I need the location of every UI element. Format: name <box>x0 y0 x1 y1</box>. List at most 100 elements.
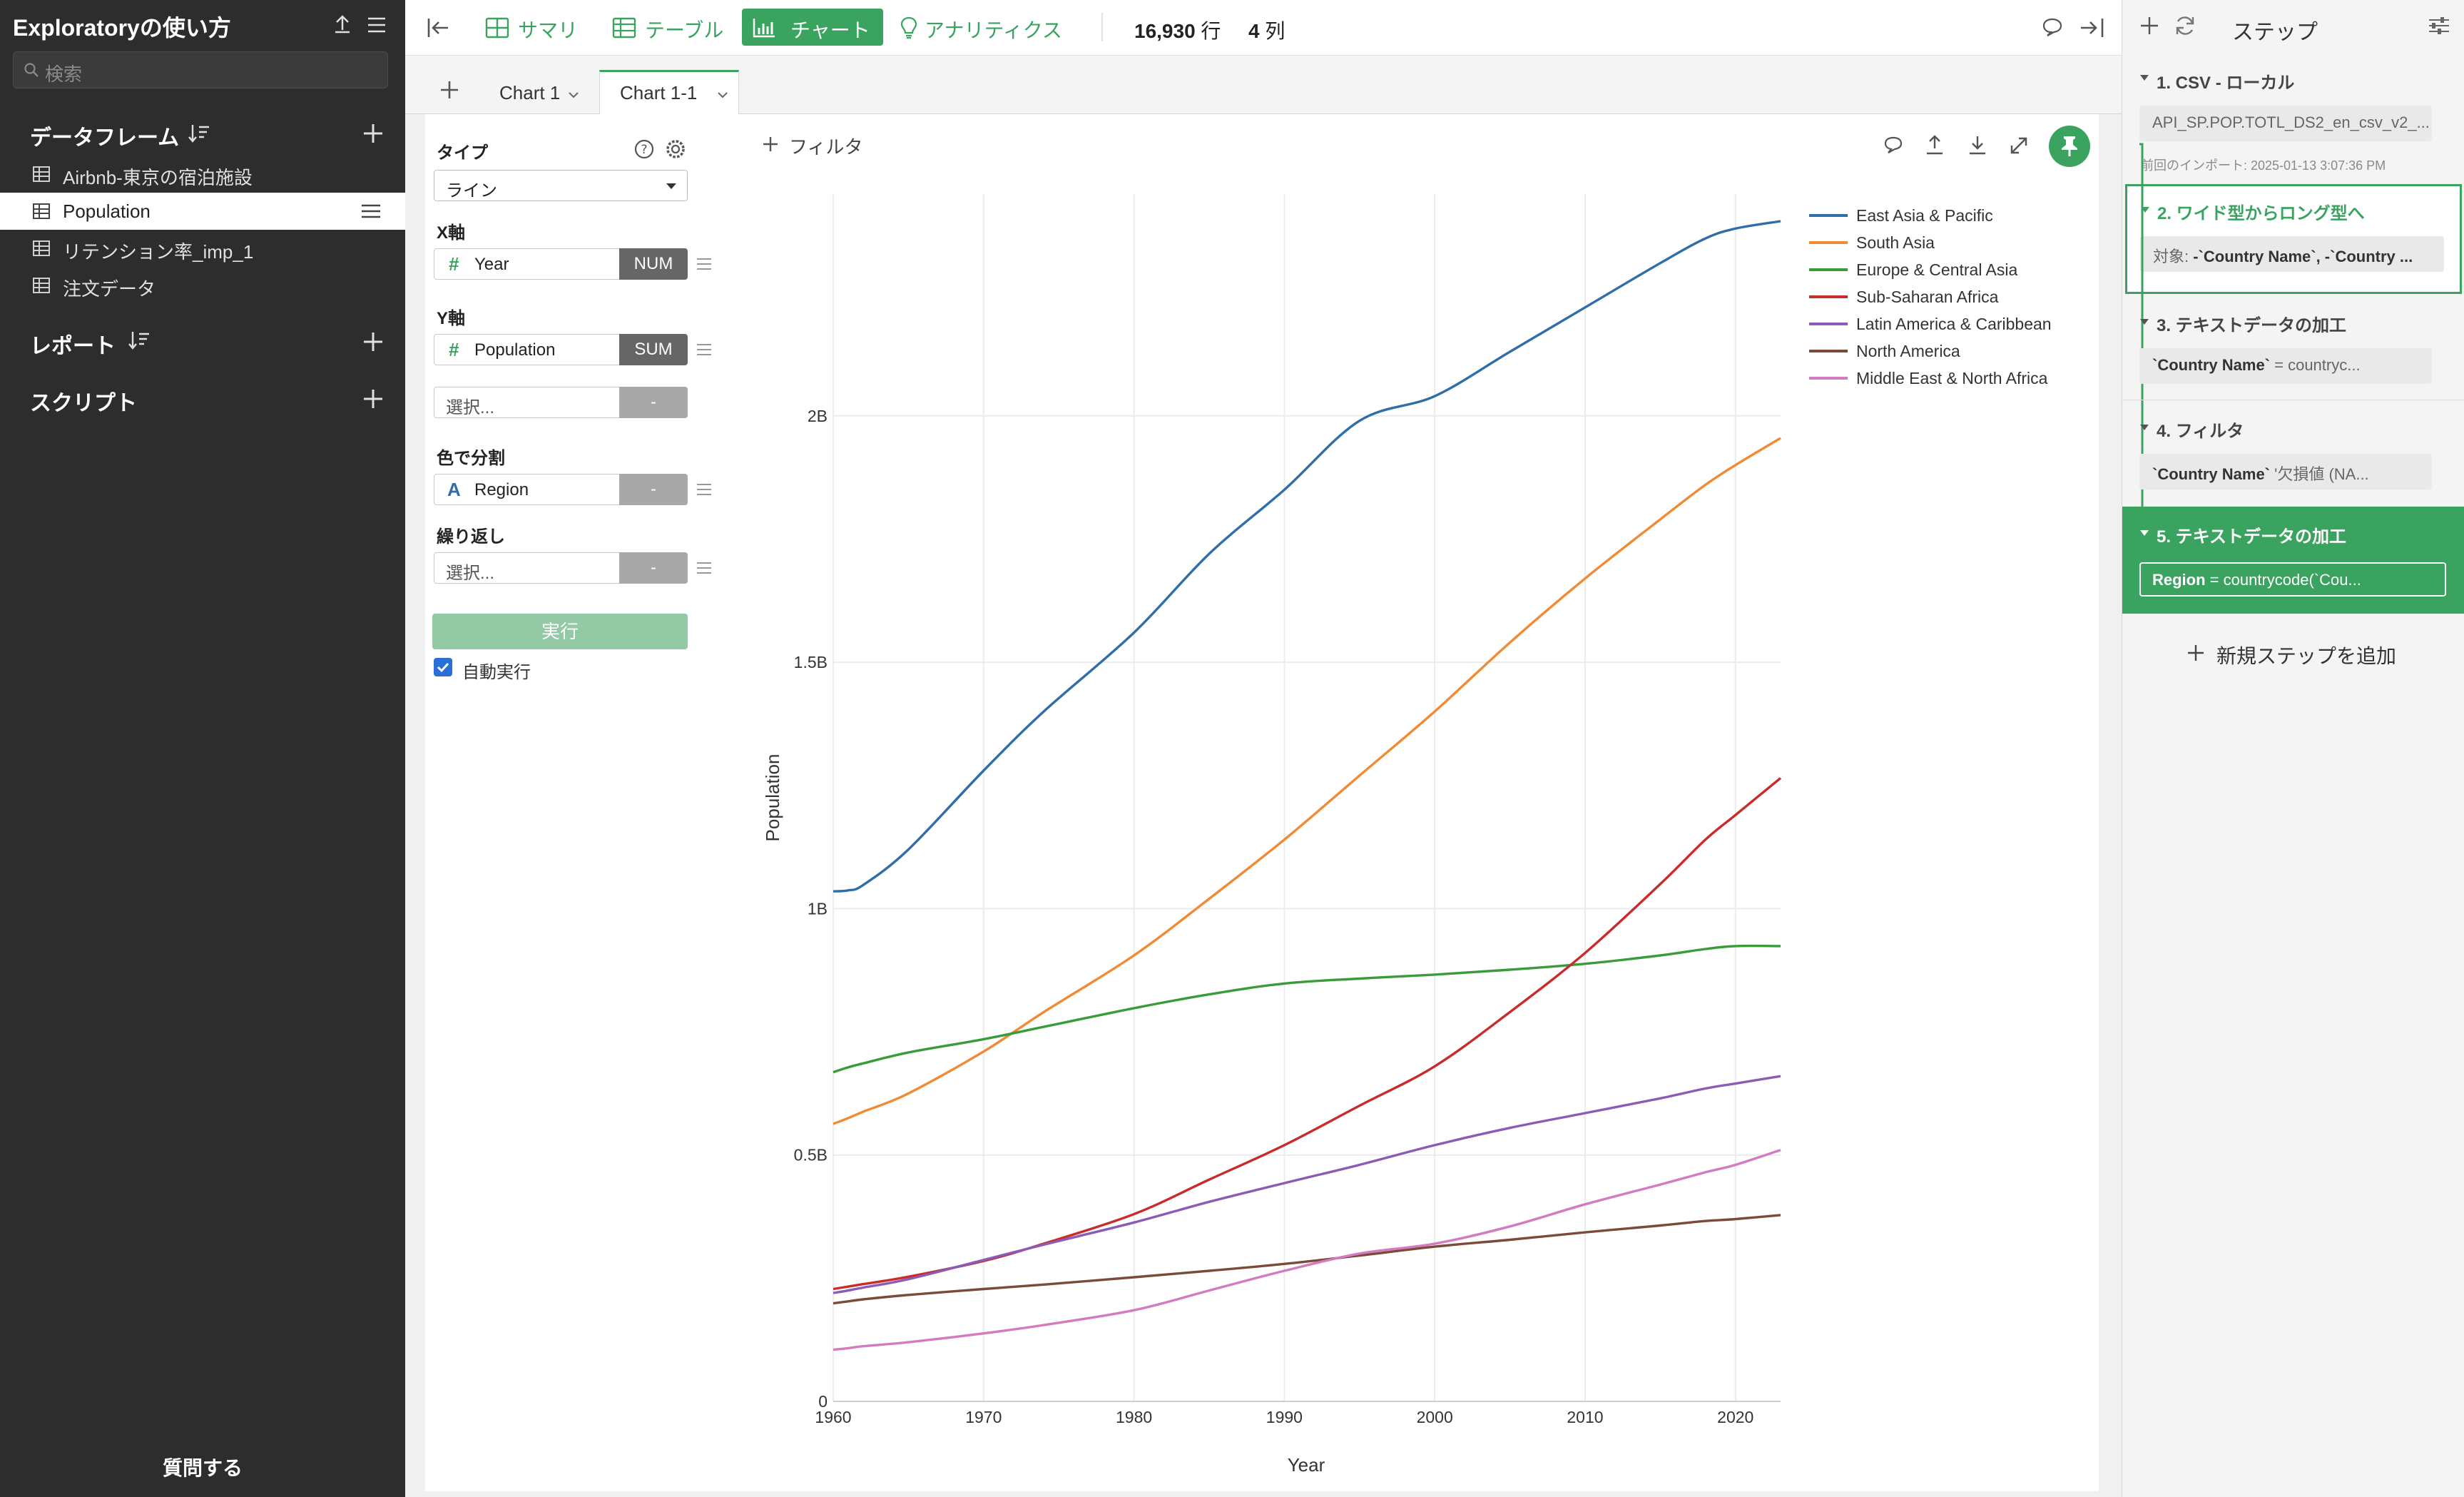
dataframe-label: Airbnb-東京の宿泊施設 <box>63 167 253 188</box>
search-input[interactable]: 検索 <box>13 51 388 88</box>
step-detail[interactable]: API_SP.POP.TOTL_DS2_en_csv_v2_... <box>2139 106 2432 141</box>
step-detail-prefix: 対象: <box>2153 248 2194 265</box>
tab-label: Chart 1-1 <box>620 82 698 103</box>
dataframe-label: Population <box>63 201 151 222</box>
upload-icon[interactable] <box>332 14 352 34</box>
step-detail-text: -`Country Name`, -`Country ... <box>2193 248 2413 265</box>
caret-down-icon <box>2140 75 2149 81</box>
legend-label: South Asia <box>1856 233 1935 252</box>
series-line-0 <box>833 220 1781 893</box>
table-icon <box>33 278 50 293</box>
step-5-active[interactable]: 5. テキストデータの加工 Region = countrycode(`Cou.… <box>2122 507 2464 614</box>
add-step-label: 新規ステップを追加 <box>2216 645 2397 667</box>
row-unit: 行 <box>1201 20 1221 42</box>
dataframe-menu-icon[interactable] <box>361 203 381 219</box>
step-2[interactable]: 2. ワイド型からロング型へ 対象: -`Country Name`, -`Co… <box>2125 184 2462 294</box>
dataframe-item[interactable]: リテンション率_imp_1 <box>0 230 405 267</box>
step-detail-suffix: '欠損値 (NA... <box>2270 465 2369 483</box>
add-step-icon[interactable] <box>2139 16 2159 36</box>
x-tick-label: 2010 <box>1567 1408 1603 1426</box>
legend-label: Europe & Central Asia <box>1856 260 2018 279</box>
dataframe-label: リテンション率_imp_1 <box>63 241 254 263</box>
table-icon <box>612 17 636 39</box>
step-detail-text: `Country Name` <box>2152 356 2271 374</box>
step-detail[interactable]: `Country Name` = countryc... <box>2139 348 2432 384</box>
add-script-icon[interactable] <box>362 388 384 410</box>
sort-icon[interactable] <box>127 330 151 351</box>
tab-chart-1-1[interactable]: Chart 1-1 <box>599 70 739 114</box>
step-detail-suffix: = countryc... <box>2270 356 2361 374</box>
collapse-steps-icon[interactable] <box>2079 17 2104 39</box>
caret-down-icon <box>2140 319 2149 325</box>
sort-icon[interactable] <box>187 123 211 144</box>
gridlines <box>833 194 1781 1402</box>
step-detail-text: `Country Name` <box>2152 465 2271 483</box>
sidebar: Exploratoryの使い方 検索 データフレーム Airbnb-東京の宿泊施… <box>0 0 405 1497</box>
dataframe-item-selected[interactable]: Population <box>0 193 405 230</box>
step-label: 4. フィルタ <box>2157 422 2244 441</box>
divider <box>1101 13 1103 41</box>
caret-down-icon <box>2140 425 2149 430</box>
search-icon <box>24 63 39 77</box>
chart-tabs-bar: Chart 1 Chart 1-1 <box>405 56 2122 114</box>
last-import-note: 前回のインポート: 2025-01-13 3:07:36 PM <box>2141 158 2386 173</box>
dataframe-item[interactable]: 注文データ <box>0 267 405 304</box>
plus-icon <box>2188 645 2204 661</box>
refresh-icon[interactable] <box>2174 14 2196 37</box>
add-report-icon[interactable] <box>362 331 384 352</box>
step-label: 1. CSV - ローカル <box>2157 73 2295 93</box>
series-line-2 <box>833 944 1781 1074</box>
summary-icon <box>485 17 509 39</box>
dataframe-item[interactable]: Airbnb-東京の宿泊施設 <box>0 156 405 193</box>
scripts-section-title: スクリプト <box>30 392 137 415</box>
legend-label: Sub-Saharan Africa <box>1856 288 1999 306</box>
series-line-3 <box>833 777 1782 1291</box>
chart-tab-button[interactable]: チャート <box>742 9 883 46</box>
search-placeholder: 検索 <box>45 64 83 85</box>
table-icon <box>33 203 50 219</box>
table-label: テーブル <box>645 19 724 41</box>
table-icon <box>33 166 50 182</box>
comment-icon[interactable] <box>2042 17 2063 37</box>
y-tick-label: 0 <box>818 1392 828 1411</box>
legend-label: North America <box>1856 342 1960 360</box>
series-lines <box>833 220 1782 1351</box>
step-detail-text: Region <box>2152 571 2206 589</box>
y-tick-label: 1B <box>808 899 828 918</box>
add-tab-icon[interactable] <box>439 80 459 100</box>
steps-title: ステップ <box>2232 21 2318 44</box>
step-detail[interactable]: `Country Name` '欠損値 (NA... <box>2139 454 2432 489</box>
line-chart: 1960 1970 1980 1990 2000 2010 202000.5B1B1.5B2… <box>762 194 2052 1476</box>
add-step-button[interactable]: 新規ステップを追加 <box>2186 638 2401 669</box>
summary-tab-button[interactable]: サマリ <box>479 9 586 46</box>
series-line-5 <box>833 1214 1781 1305</box>
settings-sliders-icon[interactable] <box>2428 16 2450 36</box>
tab-label: Chart 1 <box>499 82 561 103</box>
step-label: 3. テキストデータの加工 <box>2157 316 2346 335</box>
table-tab-button[interactable]: テーブル <box>606 9 735 46</box>
collapse-sidebar-icon[interactable] <box>427 17 451 39</box>
project-title: Exploratoryの使い方 <box>13 15 231 41</box>
tab-chart-1[interactable]: Chart 1 <box>481 70 582 114</box>
add-dataframe-icon[interactable] <box>362 123 384 144</box>
x-tick-label: 2020 <box>1717 1408 1753 1426</box>
legend-label: Latin America & Caribbean <box>1856 315 2052 333</box>
chevron-down-icon[interactable] <box>717 91 728 98</box>
row-count-value: 16,930 <box>1134 20 1196 42</box>
analytics-tab-button[interactable]: アナリティクス <box>893 9 1071 46</box>
step-detail[interactable]: Region = countrycode(`Cou... <box>2139 562 2446 597</box>
menu-icon[interactable] <box>367 16 387 34</box>
caret-down-icon <box>2140 530 2149 536</box>
ask-question-button[interactable]: 質問する <box>0 1453 405 1481</box>
legend-label: Middle East & North Africa <box>1856 369 2048 387</box>
chevron-down-icon[interactable] <box>568 91 579 98</box>
column-unit: 列 <box>1265 20 1286 42</box>
dataframes-section-title: データフレーム <box>30 126 180 150</box>
chart-label: チャート <box>790 19 870 41</box>
step-label: 2. ワイド型からロング型へ <box>2157 204 2365 223</box>
series-line-6 <box>833 1149 1781 1351</box>
lightbulb-icon <box>900 16 917 39</box>
step-detail[interactable]: 対象: -`Country Name`, -`Country ... <box>2140 236 2444 272</box>
step-detail-suffix: = countrycode(`Cou... <box>2205 571 2361 589</box>
steps-panel: ステップ 1. CSV - ローカル API_SP.POP.TOTL_DS2_e… <box>2122 0 2464 1497</box>
